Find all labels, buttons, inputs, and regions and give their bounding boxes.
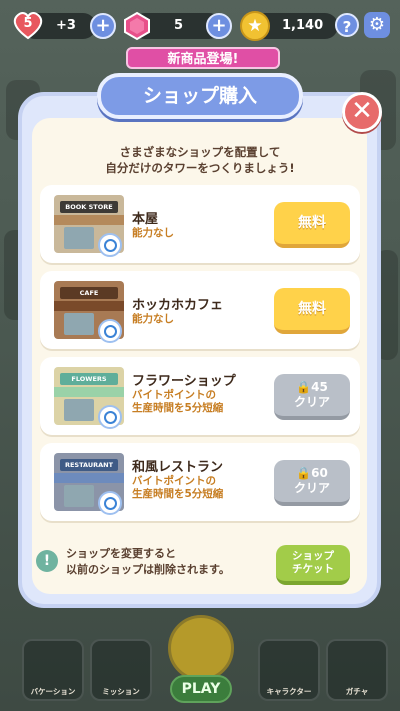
shop-ability-line-2: 生産時間を5分短縮	[132, 488, 224, 500]
shop-awning	[54, 301, 124, 311]
shop-ability: バイトポイントの 生産時間を5分短縮	[132, 475, 223, 501]
gems-count: 5	[174, 18, 184, 33]
zoom-preview-icon[interactable]	[98, 233, 122, 257]
nav-character[interactable]: キャラクター	[258, 639, 320, 701]
nav-mission[interactable]: ミッション	[90, 639, 152, 701]
coins-count: 1,140	[282, 18, 324, 33]
shop-ability-line-1: バイトポイントの	[132, 389, 216, 401]
zoom-preview-icon[interactable]	[98, 491, 122, 515]
shop-card-flowers: FLOWERS フラワーショップ バイトポイントの 生産時間を5分短縮 🔒45 …	[40, 357, 360, 435]
shop-card-restaurant: RESTAURANT 和風レストラン バイトポイントの 生産時間を5分短縮 🔒6…	[40, 443, 360, 521]
help-button[interactable]: ?	[335, 13, 359, 37]
lock-level: 🔒60	[274, 466, 350, 481]
shop-sign: CAFE	[60, 287, 118, 299]
shop-sign: BOOK STORE	[60, 201, 118, 213]
modal-intro-text: さまざまなショップを配置して 自分だけのタワーをつくりましょう!	[60, 144, 340, 176]
shop-window	[64, 485, 94, 507]
shop-name: 和風レストラン	[132, 460, 224, 475]
warning-text: ショップを変更すると 以前のショップは削除されます。	[66, 546, 276, 578]
shop-window	[64, 227, 94, 249]
nav-label: バケーション	[30, 687, 76, 696]
required-level: 45	[311, 380, 328, 394]
lives-count: 5	[23, 16, 33, 31]
shop-card-bookstore: BOOK STORE 本屋 能力なし 無料	[40, 185, 360, 263]
modal-title: ショップ購入	[97, 73, 303, 119]
shop-awning	[54, 387, 124, 397]
shop-name: フラワーショップ	[132, 374, 236, 389]
locked-clear-button[interactable]: 🔒45 クリア	[274, 374, 350, 420]
nav-gacha[interactable]: ガチャ	[326, 639, 388, 701]
buy-free-button[interactable]: 無料	[274, 202, 350, 248]
required-level: 60	[311, 466, 328, 480]
shop-ticket-button[interactable]: ショップ チケット	[276, 545, 350, 585]
lock-level: 🔒45	[274, 380, 350, 395]
add-lives-button[interactable]: +	[90, 13, 116, 39]
shop-window	[64, 399, 94, 421]
shop-ability: 能力なし	[132, 313, 174, 325]
buy-free-button[interactable]: 無料	[274, 288, 350, 334]
intro-line-2: 自分だけのタワーをつくりましょう!	[105, 161, 295, 175]
shop-ability: 能力なし	[132, 227, 174, 239]
new-items-badge: 新商品登場!	[126, 47, 280, 69]
coin-icon: ★	[240, 11, 270, 41]
nav-label: ガチャ	[345, 687, 369, 696]
gem-icon	[124, 11, 150, 41]
shop-sign: RESTAURANT	[60, 459, 118, 471]
shop-sign: FLOWERS	[60, 373, 118, 385]
shop-window	[64, 313, 94, 335]
play-button[interactable]: PLAY	[170, 675, 232, 703]
shop-ability-line-1: バイトポイントの	[132, 475, 216, 487]
ticket-line-2: チケット	[292, 563, 334, 575]
warning-line-2: 以前のショップは削除されます。	[66, 563, 230, 576]
info-icon: !	[36, 550, 58, 572]
zoom-preview-icon[interactable]	[98, 319, 122, 343]
locked-label: クリア	[293, 395, 330, 409]
settings-gear-icon[interactable]: ⚙	[364, 12, 390, 38]
nav-label: ミッション	[102, 687, 140, 696]
play-circle-icon[interactable]	[168, 615, 234, 681]
zoom-preview-icon[interactable]	[98, 405, 122, 429]
add-gems-button[interactable]: +	[206, 13, 232, 39]
shop-awning	[54, 215, 124, 225]
shop-ability: バイトポイントの 生産時間を5分短縮	[132, 389, 223, 415]
locked-clear-button[interactable]: 🔒60 クリア	[274, 460, 350, 506]
intro-line-1: さまざまなショップを配置して	[119, 145, 281, 159]
lock-icon: 🔒	[296, 466, 312, 480]
nav-label: キャラクター	[266, 687, 312, 696]
shop-awning	[54, 473, 124, 483]
warning-line-1: ショップを変更すると	[66, 547, 176, 560]
shop-name: 本屋	[132, 212, 159, 227]
shop-name: ホッカホカフェ	[132, 298, 224, 313]
locked-label: クリア	[293, 481, 330, 495]
close-button[interactable]: ✕	[342, 92, 382, 132]
shop-ability-line-2: 生産時間を5分短縮	[132, 402, 224, 414]
lives-bonus: +3	[56, 18, 76, 33]
shop-card-cafe: CAFE ホッカホカフェ 能力なし 無料	[40, 271, 360, 349]
bottom-navigation: バケーション ミッション PLAY キャラクター ガチャ	[0, 615, 400, 711]
nav-vacation[interactable]: バケーション	[22, 639, 84, 701]
ticket-line-1: ショップ	[292, 550, 334, 562]
top-hud: 5 +3 + 5 + ★ 1,140 ? ⚙	[8, 10, 392, 42]
lock-icon: 🔒	[296, 380, 312, 394]
